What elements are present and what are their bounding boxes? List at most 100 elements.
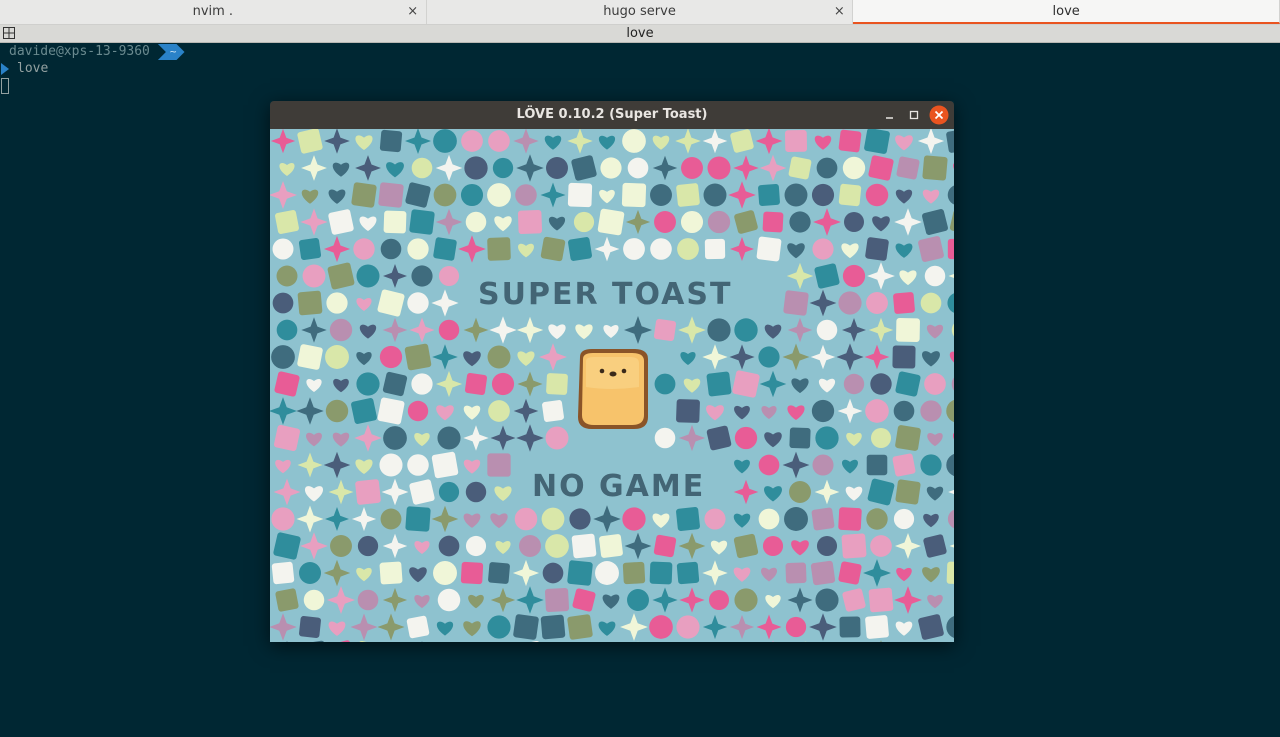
pattern-shape	[864, 129, 890, 154]
pattern-shape	[868, 587, 894, 613]
pattern-shape	[839, 616, 861, 638]
pattern-shape	[814, 263, 840, 289]
pattern-shape	[922, 189, 940, 204]
pattern-shape	[785, 562, 807, 584]
pattern-shape	[729, 614, 755, 640]
pattern-shape	[870, 535, 892, 557]
love-window[interactable]: LÖVE 0.10.2 (Super Toast) SUPER TOAST NO…	[270, 101, 954, 642]
pattern-shape	[333, 378, 349, 393]
pattern-shape	[435, 208, 463, 236]
pattern-shape	[378, 182, 404, 208]
pattern-shape	[357, 535, 379, 557]
pattern-shape	[301, 189, 319, 204]
pattern-shape	[730, 129, 754, 153]
pattern-shape	[437, 426, 461, 450]
pattern-shape	[351, 182, 377, 208]
close-icon[interactable]: ×	[406, 0, 420, 24]
pattern-shape	[275, 588, 299, 612]
pattern-shape	[463, 425, 489, 451]
pattern-shape	[569, 508, 591, 530]
pattern-shape	[758, 454, 780, 476]
pattern-shape	[836, 343, 864, 371]
pattern-shape	[548, 216, 566, 231]
pattern-shape	[572, 588, 596, 612]
pattern-shape	[918, 236, 944, 262]
pattern-shape	[895, 371, 921, 397]
command-line: love	[0, 61, 48, 77]
pattern-shape	[328, 621, 346, 636]
pattern-shape	[516, 424, 544, 452]
pattern-shape	[300, 532, 328, 560]
pattern-shape	[297, 290, 323, 316]
pattern-shape	[841, 243, 859, 259]
pattern-shape	[468, 594, 484, 609]
pattern-shape	[947, 293, 954, 313]
pattern-shape	[787, 317, 813, 343]
tab-hugo-serve[interactable]: hugo serve ×	[427, 0, 854, 24]
pattern-shape	[838, 291, 862, 315]
pattern-shape	[354, 424, 382, 452]
pattern-shape	[926, 324, 944, 339]
close-icon[interactable]: ×	[832, 0, 846, 24]
pattern-shape	[677, 238, 699, 260]
pattern-shape	[405, 506, 431, 532]
pattern-shape	[275, 459, 291, 474]
pattern-shape	[650, 238, 672, 260]
pattern-shape	[622, 507, 646, 531]
pattern-shape	[330, 535, 352, 557]
pattern-shape	[895, 621, 913, 636]
pattern-shape	[299, 616, 321, 638]
love-window-titlebar[interactable]: LÖVE 0.10.2 (Super Toast)	[270, 101, 954, 129]
pattern-shape	[760, 567, 778, 582]
pattern-shape	[431, 289, 459, 317]
close-icon[interactable]	[929, 105, 949, 125]
pattern-shape	[323, 559, 351, 587]
pattern-shape	[652, 587, 678, 613]
pattern-shape	[789, 211, 811, 233]
pattern-shape	[758, 508, 780, 530]
pattern-shape	[438, 535, 460, 557]
maximize-icon[interactable]	[904, 101, 924, 129]
pattern-shape	[791, 540, 809, 556]
pattern-shape	[411, 157, 433, 179]
pattern-shape	[758, 346, 780, 368]
pattern-shape	[383, 426, 407, 450]
pattern-shape	[351, 398, 377, 424]
pattern-shape	[810, 344, 836, 370]
pattern-shape	[729, 344, 755, 370]
pattern-shape	[598, 621, 616, 636]
tab-love[interactable]: love	[853, 0, 1280, 24]
pattern-shape	[571, 155, 597, 181]
pattern-shape	[734, 405, 750, 420]
pattern-shape	[706, 371, 732, 397]
pattern-shape	[490, 587, 516, 613]
pattern-shape	[487, 453, 511, 477]
pattern-shape	[516, 154, 544, 182]
pattern-shape	[675, 129, 701, 154]
pattern-shape	[359, 216, 377, 231]
pattern-shape	[649, 561, 673, 585]
pattern-shape	[487, 183, 511, 207]
pattern-shape	[405, 182, 431, 208]
pattern-shape	[868, 155, 894, 181]
pattern-shape	[895, 425, 921, 451]
game-canvas[interactable]: SUPER TOAST NO GAME	[270, 129, 954, 642]
pattern-shape	[678, 532, 706, 560]
pattern-shape	[652, 155, 678, 181]
pattern-shape	[405, 129, 431, 154]
pattern-shape	[653, 318, 677, 342]
pattern-shape	[653, 534, 677, 558]
minimize-icon[interactable]	[880, 101, 900, 129]
pattern-shape	[465, 535, 487, 557]
pattern-shape	[323, 235, 351, 263]
pattern-shape	[464, 156, 488, 180]
pattern-shape	[324, 129, 350, 154]
tab-nvim[interactable]: nvim . ×	[0, 0, 427, 24]
pattern-shape	[350, 613, 378, 641]
split-grid-icon[interactable]	[3, 27, 15, 39]
pattern-shape	[359, 324, 377, 339]
pattern-shape	[463, 459, 481, 474]
pattern-shape	[386, 162, 404, 178]
pattern-shape	[920, 400, 942, 422]
pattern-shape	[624, 316, 652, 344]
